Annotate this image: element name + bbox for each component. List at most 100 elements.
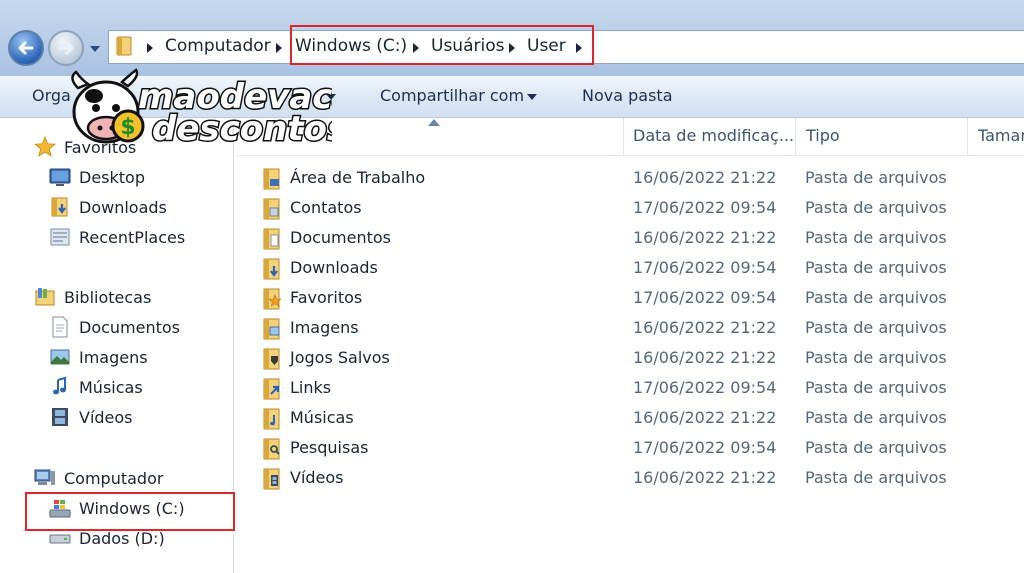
file-type: Pasta de arquivos [805, 348, 947, 367]
sidebar-item-recentplaces[interactable]: RecentPlaces [49, 223, 185, 251]
file-name: Área de Trabalho [290, 168, 426, 187]
breadcrumb-usuarios[interactable]: Usuários [431, 36, 504, 56]
file-name: Contatos [290, 198, 362, 217]
table-row[interactable]: Área de Trabalho 16/06/2022 21:22 Pasta … [234, 164, 1024, 194]
column-type[interactable]: Tipo [806, 126, 840, 145]
file-name: Pesquisas [290, 438, 369, 457]
file-name: Imagens [290, 318, 359, 337]
system-drive-icon [49, 500, 71, 518]
column-size[interactable]: Tamar [978, 126, 1024, 145]
contacts-folder-icon [263, 198, 280, 220]
recent-places-icon [50, 228, 70, 246]
column-divider[interactable] [623, 118, 624, 156]
file-date: 16/06/2022 21:22 [633, 348, 777, 367]
file-type: Pasta de arquivos [805, 228, 947, 247]
address-field[interactable]: Computador Windows (C:) Usuários User [108, 30, 1024, 64]
file-type: Pasta de arquivos [805, 468, 947, 487]
file-date: 17/06/2022 09:54 [633, 438, 777, 457]
film-icon [52, 408, 68, 426]
file-date: 16/06/2022 21:22 [633, 318, 777, 337]
sidebar-group-label: Bibliotecas [64, 287, 152, 307]
sidebar-item-documentos[interactable]: Documentos [49, 313, 180, 341]
table-row[interactable]: Vídeos 16/06/2022 21:22 Pasta de arquivo… [234, 464, 1024, 494]
sidebar-item-label: Desktop [79, 167, 145, 187]
breadcrumb-arrow-icon[interactable] [575, 42, 583, 54]
forward-button[interactable] [48, 30, 84, 66]
file-type: Pasta de arquivos [805, 168, 947, 187]
file-name: Jogos Salvos [290, 348, 390, 367]
back-button[interactable] [8, 30, 44, 66]
sidebar-group-libraries[interactable]: Bibliotecas [34, 283, 151, 311]
sidebar-group-computer[interactable]: Computador [34, 464, 163, 492]
file-type: Pasta de arquivos [805, 438, 947, 457]
file-date: 17/06/2022 09:54 [633, 288, 777, 307]
file-name: Links [290, 378, 332, 397]
sidebar-item-dados-d[interactable]: Dados (D:) [49, 524, 165, 552]
sidebar-group-favorites[interactable]: Favoritos [34, 133, 136, 161]
folder-icon [116, 36, 132, 56]
recent-pages-dropdown[interactable] [88, 42, 102, 56]
chevron-down-icon [326, 94, 336, 100]
breadcrumb-windows-c[interactable]: Windows (C:) [295, 36, 407, 56]
file-name: Downloads [290, 258, 378, 277]
table-row[interactable]: Favoritos 17/06/2022 09:54 Pasta de arqu… [234, 284, 1024, 314]
file-list: Área de Trabalho 16/06/2022 21:22 Pasta … [234, 164, 1024, 504]
breadcrumb-computador[interactable]: Computador [165, 36, 271, 56]
file-type: Pasta de arquivos [805, 318, 947, 337]
arrow-left-icon [18, 41, 34, 55]
new-folder-button[interactable]: Nova pasta [582, 86, 673, 105]
sidebar-item-label: Imagens [79, 347, 148, 367]
breadcrumb-user[interactable]: User [527, 36, 566, 56]
breadcrumb-arrow-icon[interactable] [508, 42, 516, 54]
sidebar-item-label: Vídeos [79, 407, 133, 427]
column-divider[interactable] [967, 118, 968, 156]
column-date-modified[interactable]: Data de modificaç... [633, 126, 793, 145]
column-header: Data de modificaç... Tipo Tamar [234, 118, 1024, 156]
table-row[interactable]: Downloads 17/06/2022 09:54 Pasta de arqu… [234, 254, 1024, 284]
file-type: Pasta de arquivos [805, 258, 947, 277]
file-type: Pasta de arquivos [805, 288, 947, 307]
table-row[interactable]: Pesquisas 17/06/2022 09:54 Pasta de arqu… [234, 434, 1024, 464]
file-date: 17/06/2022 09:54 [633, 198, 777, 217]
sidebar-item-desktop[interactable]: Desktop [49, 163, 145, 191]
breadcrumb-arrow-icon[interactable] [412, 42, 420, 54]
file-type: Pasta de arquivos [805, 198, 947, 217]
star-icon [34, 136, 56, 157]
share-with-button[interactable]: Compartilhar com [380, 86, 524, 105]
file-name: Documentos [290, 228, 392, 247]
table-row[interactable]: Documentos 16/06/2022 21:22 Pasta de arq… [234, 224, 1024, 254]
sidebar-item-imagens[interactable]: Imagens [49, 343, 148, 371]
sidebar-item-videos[interactable]: Vídeos [49, 403, 133, 431]
file-date: 16/06/2022 21:22 [633, 228, 777, 247]
table-row[interactable]: Links 17/06/2022 09:54 Pasta de arquivos [234, 374, 1024, 404]
saved-games-folder-icon [263, 348, 280, 370]
sidebar-item-downloads[interactable]: Downloads [49, 193, 167, 221]
column-divider[interactable] [795, 118, 796, 156]
downloads-folder-icon [51, 197, 68, 217]
table-row[interactable]: Contatos 17/06/2022 09:54 Pasta de arqui… [234, 194, 1024, 224]
music-note-icon [53, 376, 66, 395]
sidebar-item-windows-c[interactable]: Windows (C:) [49, 494, 185, 522]
desktop-folder-icon [263, 168, 280, 190]
document-icon [52, 316, 68, 338]
breadcrumb-arrow-icon[interactable] [146, 42, 154, 54]
favorites-folder-icon [263, 288, 282, 310]
sidebar-item-label: RecentPlaces [79, 227, 186, 247]
libraries-icon [35, 288, 55, 306]
table-row[interactable]: Imagens 16/06/2022 21:22 Pasta de arquiv… [234, 314, 1024, 344]
desktop-icon [49, 168, 71, 186]
file-date: 16/06/2022 21:22 [633, 468, 777, 487]
downloads-folder-icon [263, 258, 280, 280]
computer-icon [34, 469, 55, 485]
file-date: 16/06/2022 21:22 [633, 168, 777, 187]
table-row[interactable]: Jogos Salvos 16/06/2022 21:22 Pasta de a… [234, 344, 1024, 374]
file-date: 16/06/2022 21:22 [633, 408, 777, 427]
sidebar-item-label: Windows (C:) [79, 498, 185, 518]
sidebar-item-musicas[interactable]: Músicas [49, 373, 143, 401]
organize-button[interactable]: Orga [32, 86, 71, 105]
picture-icon [50, 349, 70, 365]
table-row[interactable]: Músicas 16/06/2022 21:22 Pasta de arquiv… [234, 404, 1024, 434]
file-type: Pasta de arquivos [805, 408, 947, 427]
breadcrumb-arrow-icon[interactable] [275, 42, 283, 54]
file-name: Músicas [290, 408, 354, 427]
